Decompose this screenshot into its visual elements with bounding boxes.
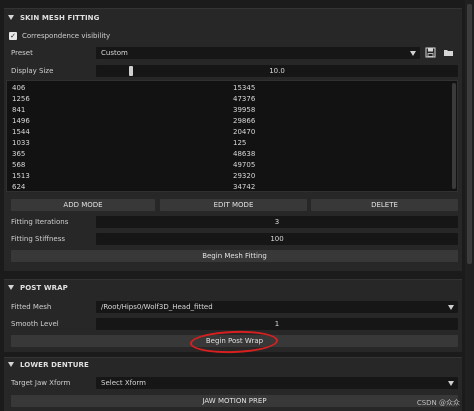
table-cell: 34742 [233,183,256,191]
smooth-level-field[interactable]: 1 [96,318,458,330]
table-cell: 1513 [12,172,30,180]
preset-dropdown[interactable]: Custom [96,47,420,59]
skin-mesh-fitting-title: SKIN MESH FITTING [20,14,100,22]
display-size-slider-handle[interactable] [129,66,133,76]
correspondence-visibility-checkbox[interactable]: ✓ [9,32,17,40]
jaw-motion-prep-button[interactable]: JAW MOTION PREP [11,395,458,407]
table-cell: 1033 [12,139,30,147]
table-row[interactable]: 365 48638 [7,149,447,160]
table-cell: 20470 [233,128,256,136]
add-mode-button[interactable]: ADD MODE [11,199,155,211]
fitting-iterations-field[interactable]: 3 [96,216,458,228]
fitted-mesh-label: Fitted Mesh [11,303,52,311]
target-jaw-xform-value: Select Xform [101,379,146,387]
table-cell: 29866 [233,117,256,125]
table-cell: 49705 [233,161,256,169]
chevron-down-icon [448,305,454,310]
collapse-triangle-icon [8,14,14,20]
chevron-down-icon [410,51,416,56]
folder-icon[interactable] [443,47,454,58]
edit-mode-button[interactable]: EDIT MODE [160,199,307,211]
display-size-slider[interactable]: 10.0 [96,65,458,77]
begin-post-wrap-button[interactable]: Begin Post Wrap [11,335,458,347]
post-wrap-title: POST WRAP [20,284,68,292]
table-cell: 1544 [12,128,30,136]
smooth-level-value: 1 [274,320,280,328]
watermark: CSDN @众众 [416,399,460,407]
table-cell: 365 [12,150,26,158]
table-cell: 48638 [233,150,256,158]
table-cell: 125 [233,139,247,147]
delete-button[interactable]: DELETE [311,199,458,211]
correspondence-table[interactable]: 406 15345 1256 47376 841 39958 1496 29866 15… [6,80,458,192]
table-cell: 1496 [12,117,30,125]
table-row[interactable]: 1033 125 [7,138,447,149]
table-cell: 624 [12,183,26,191]
table-cell: 47376 [233,95,256,103]
table-row[interactable]: 1496 29866 [7,116,447,127]
collapse-triangle-icon [8,361,14,367]
table-row[interactable]: 406 15345 [7,83,447,94]
display-size-label: Display Size [11,67,54,75]
fitting-stiffness-value: 100 [270,235,284,243]
skin-mesh-fitting-header[interactable]: SKIN MESH FITTING [8,11,99,25]
correspondence-visibility-label: Correspondence visibility [22,32,111,40]
table-cell: 406 [12,84,26,92]
window-scrollbar-thumb[interactable] [467,4,472,264]
display-size-value: 10.0 [269,67,285,75]
fitted-mesh-dropdown[interactable]: /Root/Hips0/Wolf3D_Head_fitted [96,301,458,313]
fitted-mesh-value: /Root/Hips0/Wolf3D_Head_fitted [101,303,213,311]
fitting-iterations-label: Fitting Iterations [11,218,69,226]
target-jaw-xform-dropdown[interactable]: Select Xform [96,377,458,389]
fitting-iterations-value: 3 [274,218,280,226]
table-cell: 29320 [233,172,256,180]
fitting-stiffness-label: Fitting Stiffness [11,235,65,243]
table-row[interactable]: 841 39958 [7,105,447,116]
post-wrap-header[interactable]: POST WRAP [8,281,68,295]
table-cell: 39958 [233,106,256,114]
preset-value: Custom [101,49,128,57]
table-cell: 568 [12,161,26,169]
table-row[interactable]: 568 49705 [7,160,447,171]
collapse-triangle-icon [8,284,14,290]
target-jaw-xform-label: Target Jaw Xform [11,379,71,387]
preset-label: Preset [11,49,33,57]
save-icon[interactable] [425,47,436,58]
table-scrollbar[interactable] [452,83,456,189]
begin-mesh-fitting-button[interactable]: Begin Mesh Fitting [11,250,458,262]
table-cell: 841 [12,106,26,114]
lower-denture-header[interactable]: LOWER DENTURE [8,358,89,372]
table-row[interactable]: 1256 47376 [7,94,447,105]
table-cell: 15345 [233,84,256,92]
window-scrollbar[interactable] [465,0,474,411]
table-row[interactable]: 624 34742 [7,182,447,193]
fitting-stiffness-field[interactable]: 100 [96,233,458,245]
table-row[interactable]: 1544 20470 [7,127,447,138]
lower-denture-title: LOWER DENTURE [20,361,89,369]
table-row[interactable]: 1513 29320 [7,171,447,182]
chevron-down-icon [448,381,454,386]
table-cell: 1256 [12,95,30,103]
smooth-level-label: Smooth Level [11,320,59,328]
